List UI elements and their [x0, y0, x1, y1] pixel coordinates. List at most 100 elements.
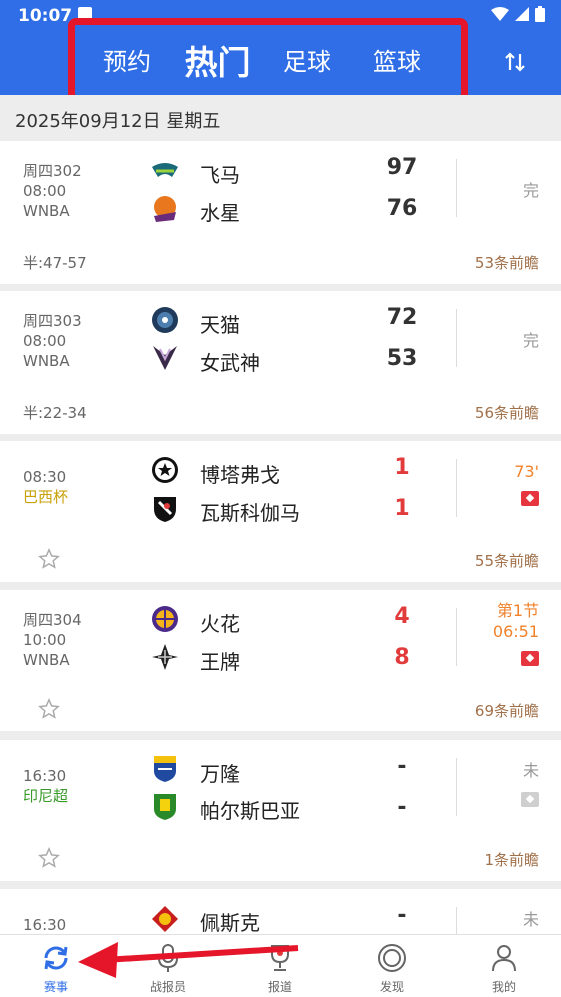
sort-icon[interactable] — [503, 50, 527, 74]
home-score: 4 — [394, 604, 410, 629]
nav-label: 报道 — [267, 980, 292, 994]
team-logo-icon — [152, 307, 178, 333]
team-logo-icon — [152, 644, 178, 670]
favorite-star-icon[interactable] — [38, 847, 60, 869]
team-logo-icon — [154, 497, 176, 522]
team-logo-icon — [154, 794, 176, 820]
user-icon — [492, 945, 516, 972]
nav-reports[interactable]: 报道 — [224, 935, 336, 997]
team-logo-icon — [152, 906, 178, 932]
match-card[interactable]: 周四304 10:00 WNBA 火花 4 王牌 8 第1节 06:51 69条… — [0, 590, 561, 731]
match-info: 周四304 10:00 WNBA — [23, 610, 82, 670]
match-time: 16:30 — [23, 767, 67, 785]
match-status: 完 — [522, 181, 539, 200]
nav-profile[interactable]: 我的 — [448, 935, 560, 997]
away-score: - — [397, 795, 407, 820]
away-team-name: 帕尔斯巴亚 — [200, 799, 300, 823]
divider — [456, 159, 457, 217]
preview-count[interactable]: 56条前瞻 — [475, 402, 539, 423]
match-code: 周四303 — [23, 312, 82, 330]
away-team-name: 女武神 — [200, 351, 260, 375]
home-score: - — [397, 903, 407, 928]
favorite-star-icon[interactable] — [38, 698, 60, 720]
match-league: 巴西杯 — [23, 488, 69, 506]
match-time: 10:00 — [23, 631, 67, 649]
match-card[interactable]: 16:30 佩斯克 - 未 — [0, 889, 561, 934]
preview-count[interactable]: 69条前瞻 — [475, 700, 539, 721]
away-team-name: 王牌 — [200, 650, 240, 674]
away-team-name: 水星 — [200, 201, 240, 225]
team-logo-icon — [152, 163, 178, 177]
discover-icon — [378, 944, 406, 972]
match-card[interactable]: 08:30 巴西杯 博塔弗戈 1 瓦斯科伽马 1 73' 55条前瞻 — [0, 441, 561, 582]
match-time: 08:30 — [23, 468, 67, 486]
divider — [456, 459, 457, 517]
match-league: WNBA — [23, 202, 70, 220]
divider — [456, 608, 457, 666]
match-card[interactable]: 周四303 08:00 WNBA 天猫 72 女武神 53 完 半:22-34 … — [0, 291, 561, 434]
signal-icon — [515, 7, 529, 21]
away-score: 1 — [394, 496, 410, 521]
divider — [456, 309, 457, 367]
match-info: 16:30 印尼超 — [23, 766, 68, 806]
half-score: 半:22-34 — [23, 404, 87, 422]
match-code: 周四302 — [23, 162, 82, 180]
home-team-name: 万隆 — [200, 762, 240, 786]
team-logo-icon — [153, 346, 177, 370]
battery-icon — [535, 6, 545, 22]
nav-label: 我的 — [491, 980, 516, 994]
nav-discover[interactable]: 发现 — [336, 935, 448, 997]
match-code: 周四304 — [23, 611, 82, 629]
preview-count[interactable]: 53条前瞻 — [475, 252, 539, 273]
home-team-name: 佩斯克 — [200, 911, 260, 934]
match-info: 08:30 巴西杯 — [23, 467, 68, 507]
away-score: 76 — [386, 196, 418, 221]
bottom-navigation: 赛事 战报员 报道 发现 我的 — [0, 934, 561, 997]
period-label: 第1节 — [496, 601, 539, 620]
match-info: 16:30 — [23, 915, 66, 934]
home-score: - — [397, 754, 407, 779]
nav-reporters[interactable]: 战报员 — [112, 935, 224, 997]
team-logo-icon — [152, 606, 178, 632]
live-video-icon[interactable] — [521, 651, 539, 666]
match-period: 第1节 06:51 — [493, 600, 539, 642]
match-status: 未 — [522, 761, 539, 780]
match-league: WNBA — [23, 352, 70, 370]
status-icons — [491, 6, 545, 22]
match-time: 08:00 — [23, 332, 67, 350]
preview-count[interactable]: 55条前瞻 — [475, 550, 539, 571]
home-team-name: 博塔弗戈 — [200, 463, 280, 487]
period-clock: 06:51 — [492, 622, 539, 641]
match-info: 周四302 08:00 WNBA — [23, 161, 82, 221]
home-score: 97 — [386, 155, 418, 180]
team-logo-icon — [154, 756, 176, 782]
away-team-name: 瓦斯科伽马 — [200, 501, 300, 525]
nav-matches[interactable]: 赛事 — [0, 935, 112, 997]
status-time: 10:07 — [18, 6, 73, 26]
home-score: 72 — [386, 305, 418, 330]
live-video-icon[interactable] — [521, 491, 539, 506]
match-status: 未 — [522, 910, 539, 929]
favorite-star-icon[interactable] — [38, 548, 60, 570]
nav-label: 赛事 — [43, 980, 68, 994]
match-card[interactable]: 16:30 印尼超 万隆 - 帕尔斯巴亚 - 未 1条前瞻 — [0, 740, 561, 881]
preview-count[interactable]: 1条前瞻 — [484, 849, 539, 870]
match-time: 16:30 — [23, 916, 67, 934]
nav-label: 战报员 — [149, 980, 186, 994]
highlight-annotation-box — [68, 18, 468, 102]
wifi-icon — [491, 7, 509, 21]
match-league: WNBA — [23, 651, 70, 669]
home-team-name: 飞马 — [200, 163, 240, 187]
date-text: 2025年09月12日 星期五 — [15, 111, 221, 132]
date-header: 2025年09月12日 星期五 — [0, 95, 561, 141]
match-card[interactable]: 周四302 08:00 WNBA 飞马 97 水星 76 完 半:47-57 5… — [0, 141, 561, 284]
match-time: 08:00 — [23, 182, 67, 200]
video-unavailable-icon — [521, 792, 539, 807]
team-logo-icon — [152, 457, 178, 483]
home-team-name: 天猫 — [200, 313, 240, 337]
match-minute: 73' — [514, 462, 539, 481]
match-status: 完 — [522, 331, 539, 350]
refresh-icon — [44, 946, 68, 970]
mic-icon — [158, 944, 178, 972]
away-score: 53 — [386, 346, 418, 371]
